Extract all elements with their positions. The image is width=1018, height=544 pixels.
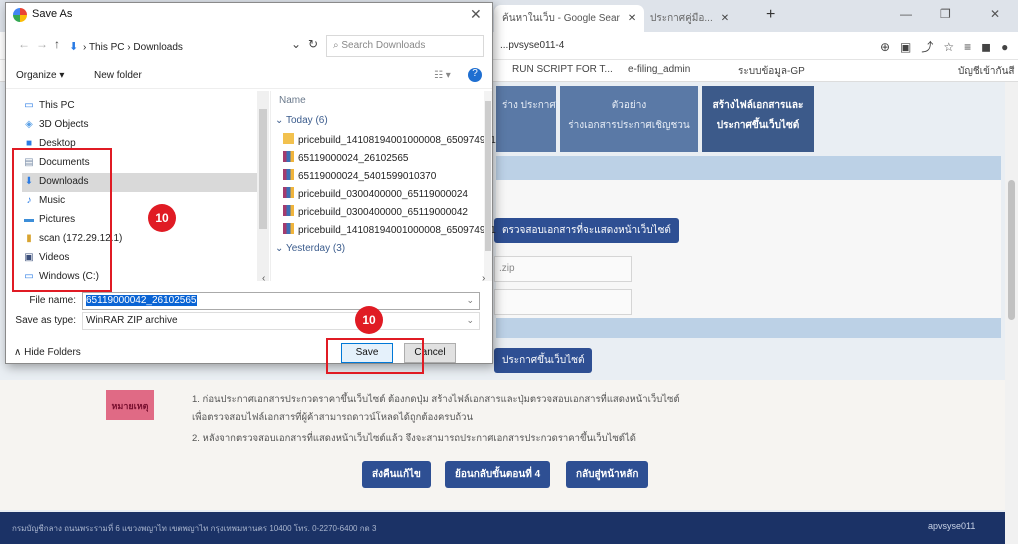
- save-form: File name: 65119000042_26102565 ⌄ Save a…: [6, 291, 492, 331]
- check-documents-button[interactable]: ตรวจสอบเอกสารที่จะแสดงหน้าเว็บไซต์: [494, 218, 679, 243]
- step-tab-preview[interactable]: ตัวอย่าง ร่างเอกสารประกาศเชิญชวน: [560, 86, 698, 152]
- cube-icon: ◈: [25, 119, 33, 130]
- tab-label: ประกาศคู่มือ...: [650, 13, 713, 24]
- file-item[interactable]: pricebuild_0300400000_65119000042: [283, 205, 468, 223]
- dialog-title-bar[interactable]: Save As ✕: [6, 3, 492, 27]
- back-arrow-icon[interactable]: ←: [18, 37, 30, 51]
- help-icon[interactable]: ?: [468, 68, 482, 82]
- forward-arrow-icon[interactable]: →: [36, 37, 48, 51]
- file-item[interactable]: pricebuild_14108194001000008_650974911: [283, 133, 496, 151]
- chevron-down-icon[interactable]: ⌄: [466, 295, 474, 306]
- note-line-2: เพื่อตรวจสอบไฟล์เอกสารที่ผู้ค้าสามารถดาว…: [192, 412, 474, 423]
- file-item[interactable]: 65119000024_26102565: [283, 151, 409, 169]
- folder-icon: [283, 133, 294, 144]
- return-edit-button[interactable]: ส่งคืนแก้ไข: [362, 461, 431, 488]
- tree-item-this-pc[interactable]: ▭ This PC: [22, 97, 262, 116]
- zip-icon: [283, 187, 294, 198]
- bookmark-item[interactable]: บัญชีเข้ากันสี: [958, 64, 1015, 79]
- close-icon[interactable]: ✕: [470, 6, 482, 23]
- footer-text: กรมบัญชีกลาง ถนนพระรามที่ 6 แขวงพญาไท เข…: [12, 524, 377, 533]
- dialog-nav-bar: ← → ↑ ⬇ › This PC › Downloads ⌄ ↻ ⌕ Sear…: [6, 31, 492, 59]
- bookmark-item[interactable]: e-filing_admin: [628, 64, 690, 75]
- group-header-yesterday[interactable]: ⌄ Yesterday (3): [275, 243, 345, 254]
- pc-icon: ▭: [24, 100, 34, 111]
- dialog-title: Save As: [32, 8, 73, 20]
- chevron-down-icon[interactable]: ⌄: [291, 37, 301, 51]
- file-item[interactable]: pricebuild_0300400000_65119000024: [283, 187, 468, 205]
- browser-tab-active[interactable]: ค้นหาในเว็บ - Google Sear ✕: [494, 5, 645, 32]
- download-icon: ⬇: [69, 41, 79, 53]
- annotation-box-folders: [12, 148, 112, 292]
- tab-label: ค้นหาในเว็บ - Google Sear: [502, 13, 620, 24]
- file-item[interactable]: 65119000024_5401599010370: [283, 169, 436, 187]
- hide-folders-toggle[interactable]: ∧ Hide Folders: [14, 347, 81, 358]
- tree-item-3d-objects[interactable]: ◈ 3D Objects: [22, 116, 262, 135]
- close-icon[interactable]: ✕: [721, 13, 729, 24]
- note-line-1: 1. ก่อนประกาศเอกสารประกวดราคาขึ้นเว็บไซต…: [192, 394, 680, 405]
- bookmark-item[interactable]: ระบบข้อมูล-GP: [738, 64, 805, 79]
- breadcrumb-this-pc[interactable]: This PC: [89, 42, 125, 53]
- chevron-up-icon: ∧: [14, 347, 22, 358]
- step-tab-create-publish[interactable]: สร้างไฟล์เอกสารและ ประกาศขึ้นเว็บไซต์: [702, 86, 814, 152]
- file-field: [494, 289, 632, 315]
- view-options-icon[interactable]: ☷ ▾: [434, 70, 451, 81]
- nav-pane-scrollbar-thumb[interactable]: [259, 109, 267, 229]
- breadcrumb-downloads[interactable]: Downloads: [133, 42, 182, 53]
- dialog-toolbar: Organize ▾ New folder ☷ ▾ ?: [6, 63, 492, 89]
- annotation-number-bottom: 10: [355, 306, 383, 334]
- bookmark-item[interactable]: RUN SCRIPT FOR T...: [512, 64, 613, 75]
- zip-icon: [283, 205, 294, 216]
- zip-icon: [283, 151, 294, 162]
- search-input[interactable]: ⌕ Search Downloads: [326, 35, 484, 57]
- group-header-today[interactable]: ⌄ Today (6): [275, 115, 328, 126]
- toolbar-icons[interactable]: ⊕▣⤴☆≡◼●⋮: [880, 38, 1018, 55]
- refresh-icon[interactable]: ↻: [308, 37, 318, 51]
- zip-icon: [283, 223, 294, 234]
- zip-field: .zip: [494, 256, 632, 282]
- section-bar-2: [496, 318, 1001, 338]
- close-icon[interactable]: ✕: [628, 13, 636, 24]
- search-icon: ⌕: [333, 40, 339, 51]
- file-list-scrollbar-thumb[interactable]: [485, 101, 491, 251]
- organize-button[interactable]: Organize ▾: [16, 70, 64, 81]
- chevron-left-icon[interactable]: ‹: [262, 273, 265, 284]
- step-tab-draft[interactable]: ร่าง ประกาศราคา: [496, 86, 579, 152]
- note-badge: หมายเหตุ: [106, 390, 154, 420]
- back-step-4-button[interactable]: ย้อนกลับขั้นตอนที่ 4: [445, 461, 551, 488]
- chevron-down-icon[interactable]: ⌄: [466, 315, 474, 326]
- save-type-select[interactable]: WinRAR ZIP archive ⌄: [82, 312, 480, 330]
- annotation-box-save: [326, 338, 424, 374]
- new-folder-button[interactable]: New folder: [94, 70, 142, 81]
- up-arrow-icon[interactable]: ↑: [54, 37, 60, 51]
- annotation-number-left: 10: [148, 204, 176, 232]
- breadcrumb[interactable]: ⬇ › This PC › Downloads: [66, 35, 286, 57]
- chevron-right-icon[interactable]: ›: [482, 273, 485, 284]
- file-name-label: File name:: [29, 295, 76, 306]
- save-type-label: Save as type:: [15, 315, 76, 326]
- maximize-icon[interactable]: ❐: [940, 7, 951, 21]
- address-text: ...pvsyse011-4: [500, 40, 565, 51]
- minimize-icon[interactable]: —: [900, 7, 912, 21]
- chrome-icon: [13, 8, 27, 22]
- home-button[interactable]: กลับสู่หน้าหลัก: [566, 461, 649, 488]
- window-close-icon[interactable]: ✕: [990, 7, 1000, 21]
- file-list-pane: Name ⌄ Today (6) pricebuild_141081940010…: [270, 91, 496, 281]
- file-item[interactable]: pricebuild_14108194001000008_650974911: [283, 223, 496, 241]
- note-line-3: 2. หลังจากตรวจสอบเอกสารที่แสดงหน้าเว็บไซ…: [192, 433, 636, 444]
- browser-tab[interactable]: ประกาศคู่มือ... ✕: [642, 5, 737, 32]
- publish-website-button[interactable]: ประกาศขึ้นเว็บไซต์: [494, 348, 593, 373]
- new-tab-icon[interactable]: +: [766, 6, 775, 24]
- column-header-name[interactable]: Name: [279, 95, 306, 106]
- section-header-bar: [496, 156, 1001, 180]
- page-scrollbar-thumb[interactable]: [1008, 180, 1015, 320]
- footer-code: apvsyse011: [928, 521, 976, 531]
- file-name-input[interactable]: 65119000042_26102565 ⌄: [82, 292, 480, 310]
- zip-icon: [283, 169, 294, 180]
- page-footer: กรมบัญชีกลาง ถนนพระรามที่ 6 แขวงพญาไท เข…: [0, 512, 1005, 544]
